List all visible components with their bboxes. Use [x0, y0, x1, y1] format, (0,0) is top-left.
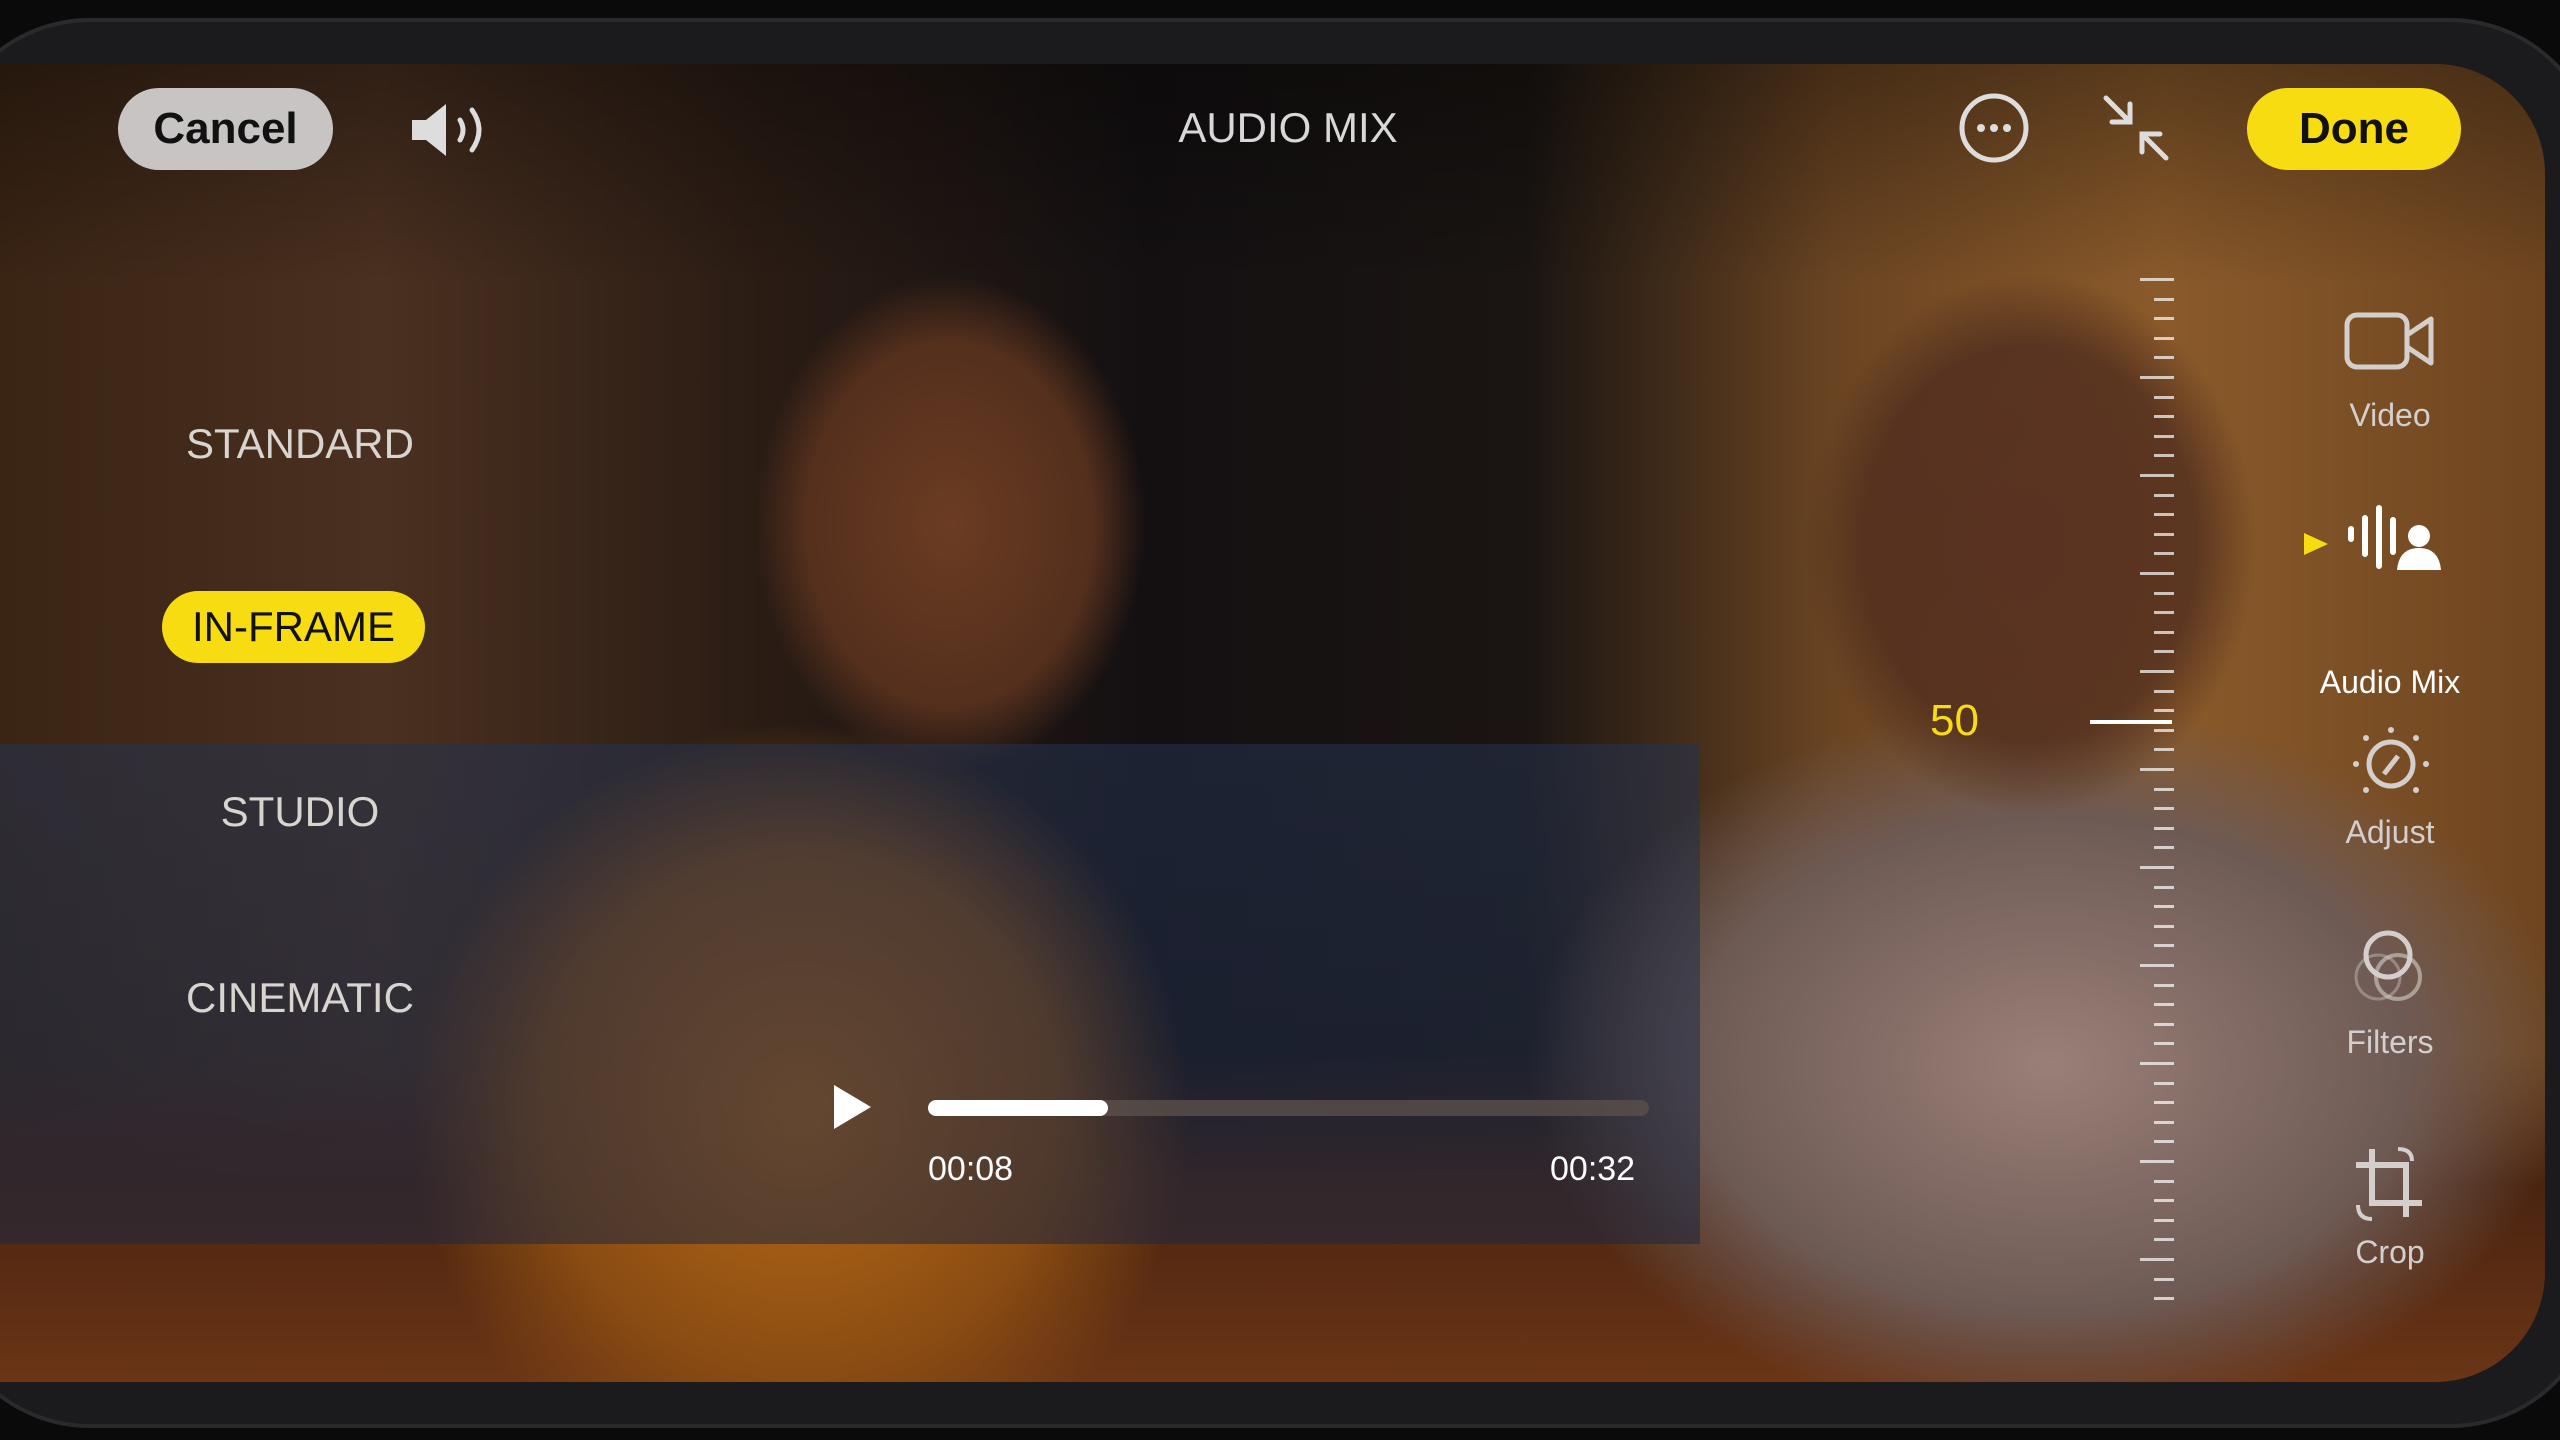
slider-tick — [2154, 493, 2174, 497]
level-slider[interactable] — [2140, 278, 2174, 1308]
slider-tick — [2154, 728, 2174, 732]
selected-arrow-icon — [2304, 533, 2328, 555]
page-title: AUDIO MIX — [1178, 104, 1398, 151]
slider-tick — [2154, 807, 2174, 811]
current-time: 00:08 — [928, 1150, 1014, 1188]
slider-tick — [2154, 826, 2174, 830]
crop-icon[interactable] — [2350, 1139, 2430, 1229]
sidebar-item-filters[interactable]: Filters — [2310, 1024, 2470, 1061]
adjust-icon[interactable] — [2346, 724, 2436, 804]
video-camera-icon[interactable] — [2344, 309, 2436, 373]
slider-tick — [2154, 1199, 2174, 1203]
slider-tick — [2154, 356, 2174, 360]
sidebar-item-video[interactable]: Video — [2310, 397, 2470, 434]
slider-tick — [2154, 944, 2174, 948]
slider-tick — [2154, 611, 2174, 615]
slider-tick — [2154, 1003, 2174, 1007]
slider-tick — [2154, 709, 2174, 713]
slider-tick — [2154, 552, 2174, 556]
collapse-icon[interactable] — [2100, 92, 2172, 164]
slider-tick — [2154, 1120, 2174, 1124]
slider-tick — [2140, 376, 2174, 379]
slider-tick — [2140, 474, 2174, 477]
slider-tick — [2154, 630, 2174, 634]
speaker-icon[interactable] — [408, 98, 498, 162]
slider-tick — [2154, 434, 2174, 438]
slider-tick — [2154, 415, 2174, 419]
mode-cinematic[interactable]: CINEMATIC — [175, 974, 425, 1022]
slider-tick — [2140, 1062, 2174, 1065]
slider-tick — [2154, 1179, 2174, 1183]
more-icon[interactable] — [1958, 92, 2030, 164]
slider-tick — [2154, 1022, 2174, 1026]
playback-scrubber[interactable] — [928, 1100, 1649, 1116]
slider-tick — [2140, 964, 2174, 967]
slider-tick — [2140, 1258, 2174, 1261]
slider-tick — [2154, 1277, 2174, 1281]
done-button[interactable]: Done — [2247, 88, 2461, 170]
slider-tick — [2154, 983, 2174, 987]
video-editor-screen: Cancel AUDIO MIX Done STANDARD IN-FRAME … — [0, 64, 2545, 1382]
slider-tick — [2154, 1140, 2174, 1144]
slider-tick — [2140, 670, 2174, 673]
slider-tick — [2140, 768, 2174, 771]
slider-tick — [2154, 1101, 2174, 1105]
slider-tick — [2154, 846, 2174, 850]
slider-tick — [2154, 924, 2174, 928]
mode-in-frame[interactable]: IN-FRAME — [162, 591, 425, 663]
cancel-button[interactable]: Cancel — [118, 88, 333, 170]
duration: 00:32 — [1550, 1150, 1636, 1188]
slider-tick — [2154, 1081, 2174, 1085]
slider-tick — [2154, 336, 2174, 340]
sidebar-item-audio-mix[interactable]: Audio Mix — [2310, 664, 2470, 701]
mode-studio[interactable]: STUDIO — [175, 788, 425, 836]
slider-tick — [2154, 591, 2174, 595]
sidebar-item-crop[interactable]: Crop — [2310, 1234, 2470, 1271]
slider-tick — [2140, 572, 2174, 575]
mode-standard[interactable]: STANDARD — [175, 420, 425, 468]
slider-tick — [2154, 1218, 2174, 1222]
slider-value: 50 — [1930, 696, 1979, 745]
slider-tick — [2140, 1160, 2174, 1163]
slider-tick — [2154, 317, 2174, 321]
slider-tick — [2154, 1238, 2174, 1242]
slider-indicator[interactable] — [2090, 720, 2172, 724]
progress-fill — [928, 1100, 1109, 1116]
slider-tick — [2154, 885, 2174, 889]
slider-tick — [2154, 787, 2174, 791]
sidebar-item-adjust[interactable]: Adjust — [2310, 814, 2470, 851]
filters-icon[interactable] — [2350, 929, 2430, 1009]
slider-tick — [2140, 866, 2174, 869]
slider-tick — [2154, 905, 2174, 909]
play-icon[interactable] — [830, 1082, 874, 1132]
slider-tick — [2154, 689, 2174, 693]
slider-tick — [2154, 1042, 2174, 1046]
slider-tick — [2154, 748, 2174, 752]
slider-tick — [2154, 513, 2174, 517]
slider-tick — [2154, 650, 2174, 654]
slider-tick — [2154, 297, 2174, 301]
slider-tick — [2154, 1297, 2174, 1301]
slider-tick — [2140, 278, 2174, 281]
audio-mix-icon[interactable] — [2345, 504, 2445, 574]
slider-tick — [2154, 454, 2174, 458]
slider-tick — [2154, 532, 2174, 536]
slider-tick — [2154, 395, 2174, 399]
